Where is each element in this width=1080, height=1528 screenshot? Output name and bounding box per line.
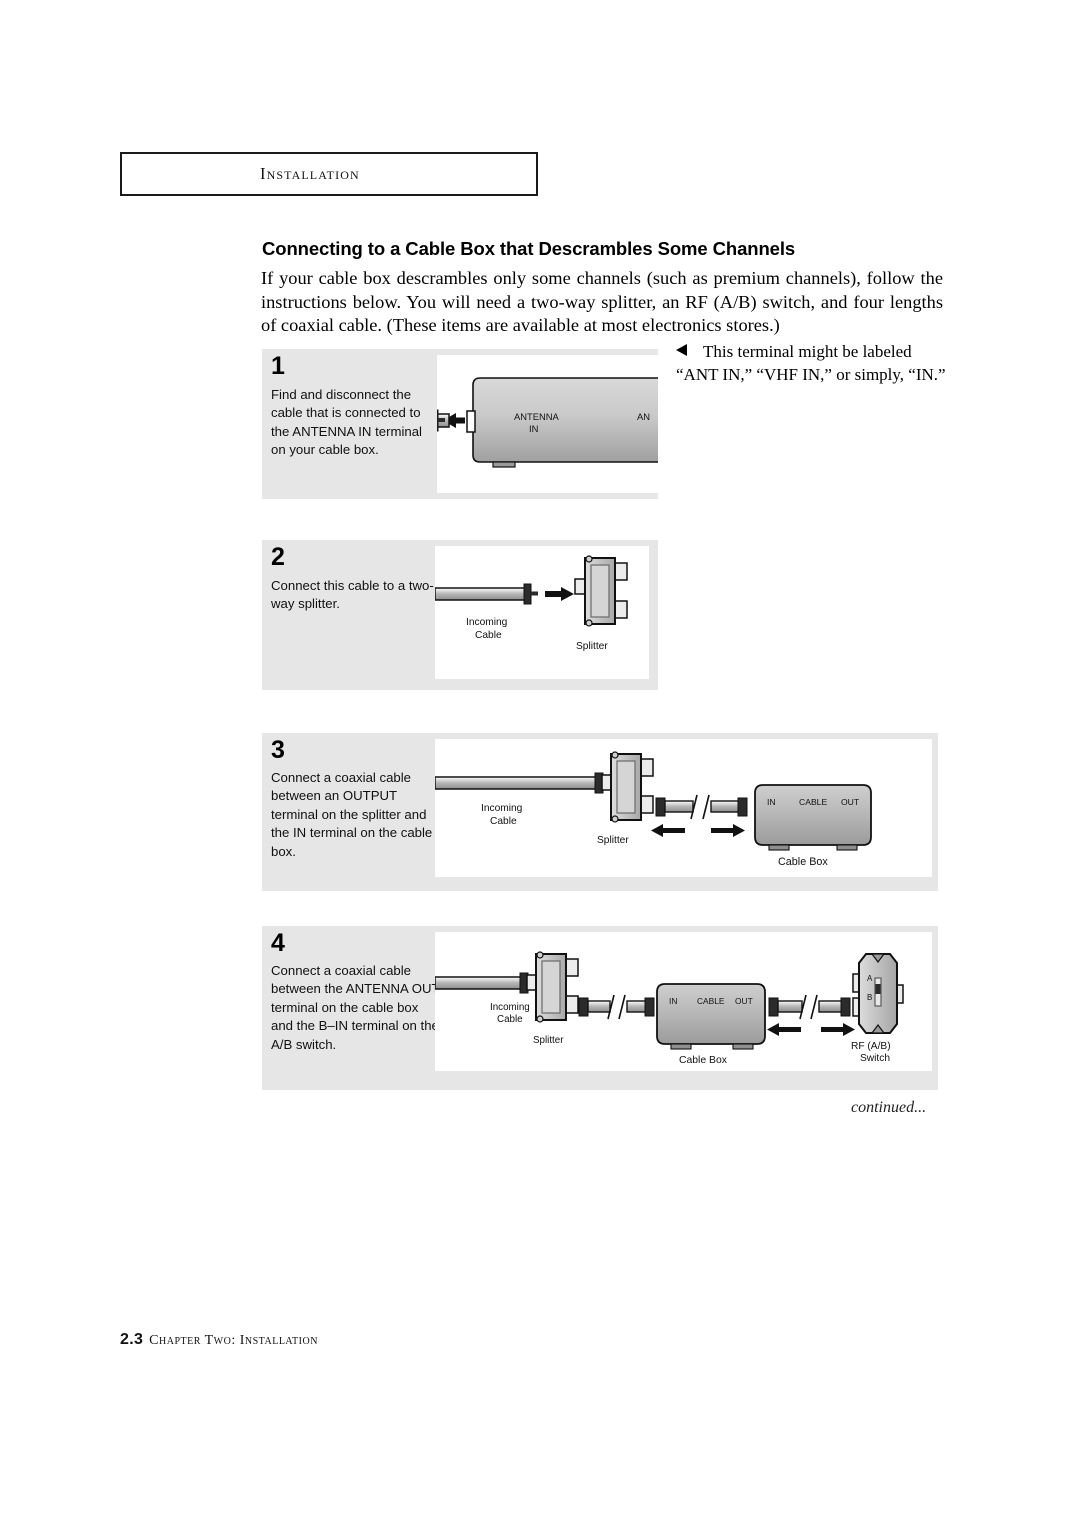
cable-box-shape: IN CABLE OUT xyxy=(754,784,872,851)
diagram-cablebox-to-rfswitch: Incoming Cable Splitter IN CABLE OUT Cab… xyxy=(435,951,904,1066)
splitter-label: Splitter xyxy=(533,1035,564,1046)
coaxial-cable xyxy=(437,409,450,432)
diagram-antenna-in: ANTENNA IN AN xyxy=(437,377,658,468)
cable-box-port-out: OUT xyxy=(735,996,753,1006)
cable-box-port-cable: CABLE xyxy=(799,797,827,807)
step-number: 2 xyxy=(271,543,285,571)
connect-arrow-icon xyxy=(545,587,574,601)
terminal-sidenote: This terminal might be labeled “ANT IN,”… xyxy=(676,340,956,386)
incoming-cable xyxy=(435,972,529,994)
step-panel-4: 4 Connect a coaxial cable between the AN… xyxy=(262,926,938,1090)
splitter-shape xyxy=(574,555,628,627)
step-number: 3 xyxy=(271,736,285,764)
page-title: Connecting to a Cable Box that Descrambl… xyxy=(262,238,796,259)
page-footer: 2.3 Chapter Two: Installation xyxy=(120,1331,318,1349)
step-panel-1: 1 Find and disconnect the cable that is … xyxy=(262,349,658,499)
intro-paragraph: If your cable box descrambles only some … xyxy=(261,268,943,336)
step-panel-3: 3 Connect a coaxial cable between an OUT… xyxy=(262,733,938,891)
coaxial-cable-segment xyxy=(655,794,748,820)
step-diagram-2: Incoming Cable Splitter xyxy=(435,546,649,679)
step-body-text: Find and disconnect the cable that is co… xyxy=(271,387,422,458)
cable-box-port-out: OUT xyxy=(841,797,860,807)
footer-chapter-label: Chapter Two: Installation xyxy=(149,1333,318,1348)
antenna-in-label-line2: IN xyxy=(529,423,538,434)
left-triangle-icon xyxy=(676,344,687,356)
rf-switch-b-label: B xyxy=(867,993,872,1002)
rf-switch-label-line2: Switch xyxy=(860,1053,890,1064)
incoming-cable-label-line2: Cable xyxy=(497,1014,523,1025)
diagram-cable-to-splitter: Incoming Cable Splitter xyxy=(435,555,628,652)
incoming-cable xyxy=(435,772,604,794)
document-page: Installation Connecting to a Cable Box t… xyxy=(0,0,1080,1528)
cable-box-port-in: IN xyxy=(669,996,677,1006)
splitter-shape xyxy=(601,751,654,823)
cable-box-label: Cable Box xyxy=(679,1055,728,1066)
cable-box-shape: IN CABLE OUT xyxy=(656,983,766,1050)
incoming-cable-label-line2: Cable xyxy=(490,816,517,827)
cable-box-shape xyxy=(472,377,658,468)
step-number: 1 xyxy=(271,352,285,380)
step-diagram-1: ANTENNA IN AN xyxy=(437,355,658,493)
ab-slider-knob xyxy=(875,984,881,994)
splitter-shape xyxy=(526,951,579,1023)
rf-switch-label-line1: RF (A/B) xyxy=(851,1041,891,1052)
terminal-sidenote-text: This terminal might be labeled “ANT IN,”… xyxy=(676,342,946,384)
step-number: 4 xyxy=(271,929,285,957)
cable-box-port-cable: CABLE xyxy=(697,996,725,1006)
chapter-header-box: Installation xyxy=(120,152,538,196)
step-diagram-3: Incoming Cable Splitter IN CABLE OUT Cab… xyxy=(435,739,932,877)
chapter-header-label: Installation xyxy=(260,164,360,183)
antenna-in-port xyxy=(466,410,476,433)
cable-box-label: Cable Box xyxy=(778,856,828,868)
splitter-label: Splitter xyxy=(597,835,629,846)
diagram-splitter-to-cablebox: Incoming Cable Splitter IN CABLE OUT Cab… xyxy=(435,751,872,868)
step-body-text: Connect this cable to a two-way splitter… xyxy=(271,578,434,612)
step-diagram-4: Incoming Cable Splitter IN CABLE OUT Cab… xyxy=(435,932,932,1071)
antenna-out-label-cropped: AN xyxy=(637,411,650,422)
incoming-cable-label-line1: Incoming xyxy=(490,1002,530,1013)
step-body-text: Connect a coaxial cable between the ANTE… xyxy=(271,963,440,1052)
cable-box-port-in: IN xyxy=(767,797,776,807)
step-body-text: Connect a coaxial cable between an OUTPU… xyxy=(271,770,433,859)
step-panel-2: 2 Connect this cable to a two-way splitt… xyxy=(262,540,658,690)
rf-switch-a-label: A xyxy=(867,974,873,983)
page-number: 2.3 xyxy=(120,1331,144,1348)
rf-ab-switch-shape: A B xyxy=(852,953,904,1034)
coaxial-cable-segment-left xyxy=(578,994,655,1020)
incoming-cable xyxy=(435,583,538,605)
antenna-in-label-line1: ANTENNA xyxy=(514,411,560,422)
connection-arrows-icon xyxy=(767,1023,855,1036)
continued-note: continued... xyxy=(851,1099,927,1116)
coaxial-cable-segment-right xyxy=(768,994,851,1020)
connection-arrows-icon xyxy=(651,824,745,837)
incoming-cable-label-line1: Incoming xyxy=(481,803,523,814)
incoming-cable-label-line2: Cable xyxy=(475,630,502,641)
incoming-cable-label-line1: Incoming xyxy=(466,617,508,628)
splitter-label: Splitter xyxy=(576,641,608,652)
